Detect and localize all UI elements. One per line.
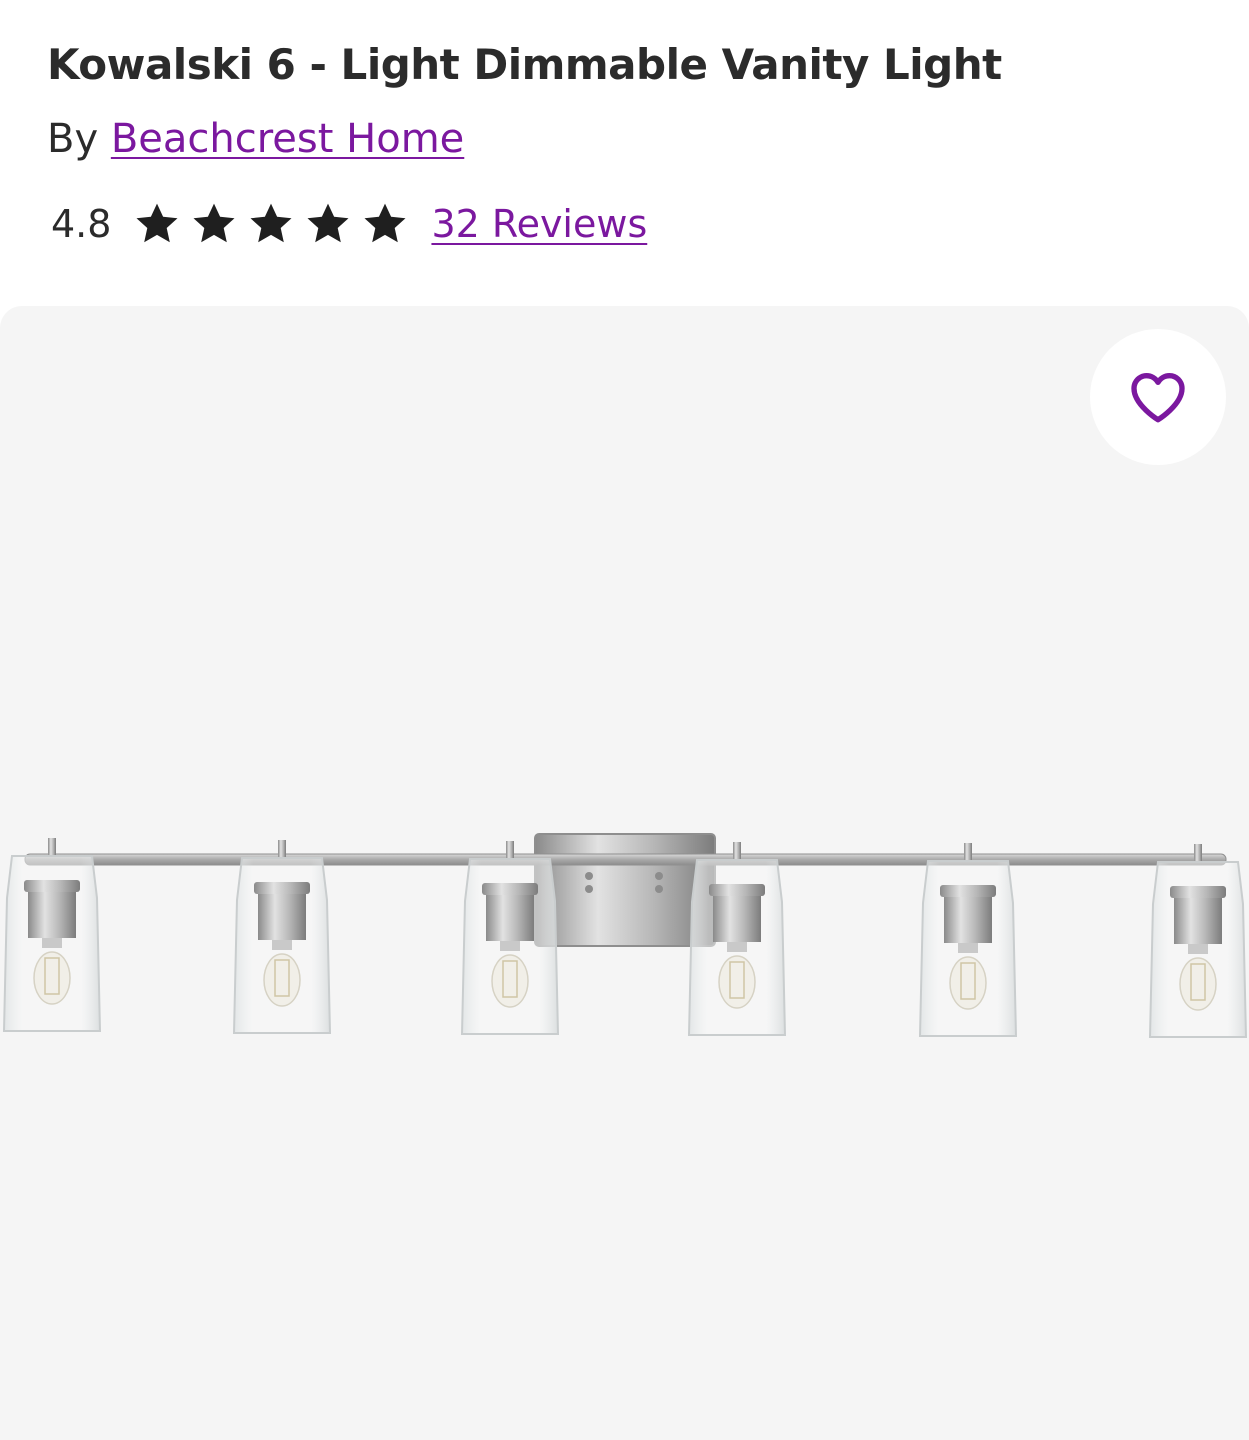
product-image-gallery[interactable] [0, 306, 1249, 1440]
favorite-button[interactable] [1090, 329, 1226, 465]
rating-row: 4.8 32 Reviews [51, 196, 647, 252]
by-label: By [47, 116, 99, 162]
rating-value: 4.8 [51, 202, 112, 246]
product-page: Kowalski 6 - Light Dimmable Vanity Light… [0, 0, 1249, 1440]
star-icon [250, 203, 292, 243]
heart-outline-icon [1131, 373, 1185, 423]
star-icon [307, 203, 349, 243]
star-icon [136, 203, 178, 243]
product-title: Kowalski 6 - Light Dimmable Vanity Light [47, 40, 1002, 89]
brand-link[interactable]: Beachcrest Home [111, 116, 464, 162]
star-rating [133, 200, 409, 248]
reviews-link[interactable]: 32 Reviews [431, 202, 647, 246]
brand-line: By Beachcrest Home [47, 116, 464, 162]
star-icon [193, 203, 235, 243]
star-icon [364, 203, 406, 243]
product-image [3, 833, 1247, 1038]
